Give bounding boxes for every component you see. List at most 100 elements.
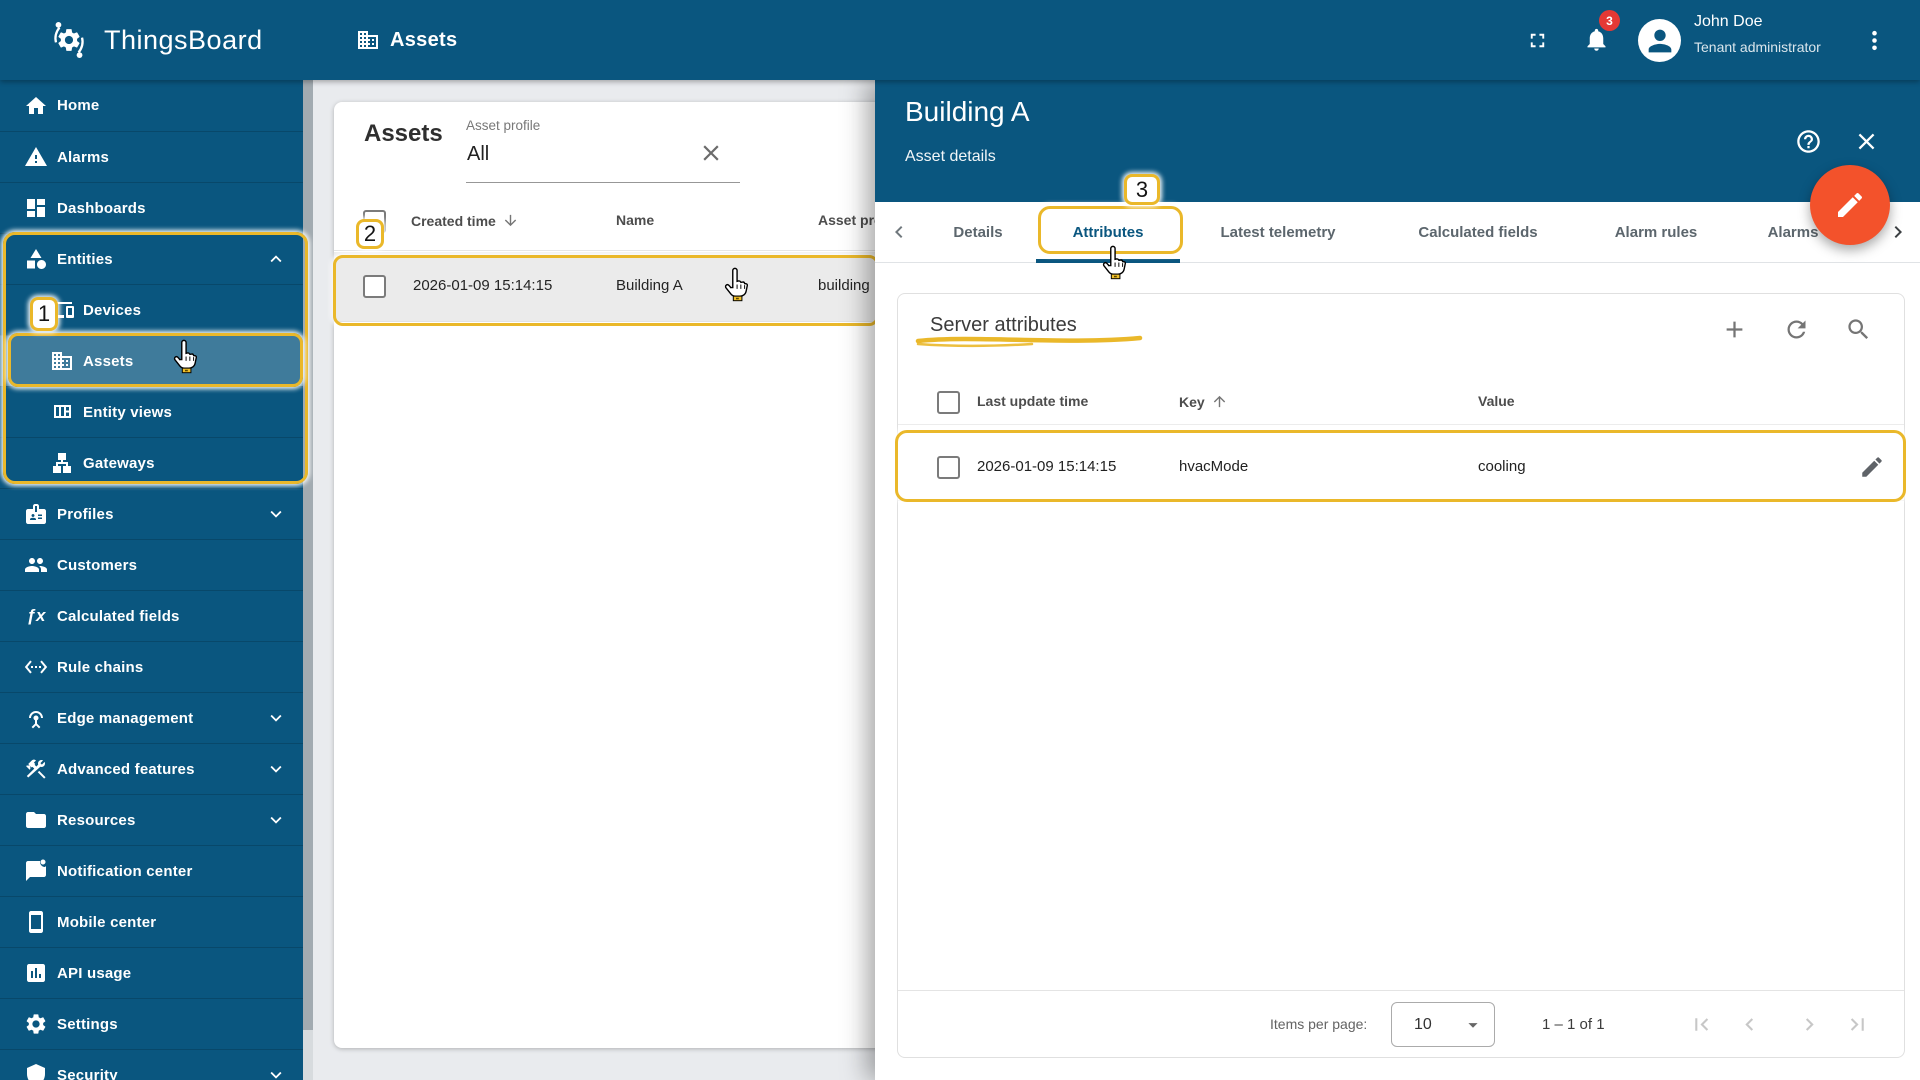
sidebar-item-rule-chains[interactable]: Rule chains — [0, 641, 313, 692]
tab-latest-telemetry[interactable]: Latest telemetry — [1220, 202, 1335, 262]
attribute-row[interactable]: 2026-01-09 15:14:15 hvacMode cooling — [898, 434, 1904, 501]
assets-card-title: Assets — [364, 120, 443, 147]
panel-title: Building A — [905, 96, 1030, 127]
sidebar-item-calculated-fields[interactable]: ƒx Calculated fields — [0, 590, 313, 641]
sidebar-item-label: Home — [57, 97, 100, 114]
clear-filter-button[interactable] — [698, 140, 724, 166]
brand: ThingsBoard — [46, 17, 263, 63]
fullscreen-icon — [1526, 29, 1549, 52]
sidebar-item-resources[interactable]: Resources — [0, 794, 313, 845]
person-icon — [1643, 24, 1677, 58]
sidebar-item-settings[interactable]: Settings — [0, 998, 313, 1049]
sidebar-item-advanced-features[interactable]: Advanced features — [0, 743, 313, 794]
caret-down-icon — [1462, 1014, 1484, 1036]
column-header-key[interactable]: Key — [1179, 393, 1228, 410]
more-menu-button[interactable] — [1862, 28, 1887, 53]
edit-asset-fab[interactable] — [1810, 165, 1890, 245]
column-header-last-update-time[interactable]: Last update time — [977, 393, 1088, 409]
tab-details[interactable]: Details — [953, 202, 1002, 262]
column-header-created-time[interactable]: Created time — [411, 212, 519, 229]
column-label: Value — [1478, 393, 1515, 409]
pencil-icon — [1834, 189, 1866, 221]
last-page-icon — [1845, 1012, 1870, 1037]
select-all-checkbox[interactable] — [937, 391, 960, 414]
next-page-button[interactable] — [1797, 1012, 1822, 1037]
help-button[interactable] — [1795, 128, 1822, 155]
sidebar-item-home[interactable]: Home — [0, 80, 313, 131]
table-header-divider — [898, 424, 1904, 425]
smartphone-icon — [24, 910, 48, 934]
tabs-scroll-left-button[interactable] — [887, 220, 911, 244]
row-checkbox[interactable] — [363, 275, 386, 298]
plus-icon — [1721, 316, 1748, 343]
help-icon — [1795, 128, 1822, 155]
sidebar-item-customers[interactable]: Customers — [0, 539, 313, 590]
sidebar-item-dashboards[interactable]: Dashboards — [0, 182, 313, 233]
dashboards-icon — [24, 196, 48, 220]
search-icon — [1845, 316, 1872, 343]
cell-name: Building A — [616, 277, 683, 294]
tab-calculated-fields[interactable]: Calculated fields — [1418, 202, 1537, 262]
annotation-badge-3: 3 — [1124, 174, 1160, 205]
edit-attribute-button[interactable] — [1859, 454, 1885, 480]
sidebar-item-label: Security — [57, 1066, 118, 1080]
sidebar-item-alarms[interactable]: Alarms — [0, 131, 313, 182]
avatar[interactable] — [1638, 19, 1681, 62]
previous-page-button[interactable] — [1737, 1012, 1762, 1037]
notifications-badge: 3 — [1599, 10, 1620, 31]
column-label: Name — [616, 212, 655, 228]
sidebar-item-label: Settings — [57, 1015, 118, 1033]
column-header-value[interactable]: Value — [1478, 393, 1515, 409]
sidebar-item-entity-views[interactable]: Entity views — [0, 386, 313, 437]
active-tab-indicator — [1036, 259, 1180, 263]
row-checkbox[interactable] — [937, 456, 960, 479]
cell-created-time: 2026-01-09 15:14:15 — [413, 277, 553, 294]
sidebar-item-assets[interactable]: Assets — [0, 335, 313, 386]
close-panel-button[interactable] — [1853, 128, 1880, 155]
column-label: Key — [1179, 393, 1205, 410]
column-label: Last update time — [977, 393, 1089, 409]
sidebar-item-profiles[interactable]: Profiles — [0, 488, 313, 539]
sidebar-item-mobile-center[interactable]: Mobile center — [0, 896, 313, 947]
panel-subtitle: Asset details — [905, 148, 996, 165]
sidebar-item-edge-management[interactable]: Edge management — [0, 692, 313, 743]
asset-details-panel: Building A Asset details Details Attribu… — [875, 80, 1920, 1080]
first-page-button[interactable] — [1689, 1012, 1714, 1037]
entity-views-icon — [50, 400, 74, 424]
asset-profile-filter-label: Asset profile — [466, 118, 541, 133]
scrollbar-thumb[interactable] — [303, 80, 313, 1030]
advanced-tools-icon — [24, 757, 48, 781]
chevron-down-icon — [265, 758, 287, 780]
sidebar-scrollbar[interactable] — [303, 80, 313, 1080]
sidebar-item-label: Notification center — [57, 862, 193, 880]
search-button[interactable] — [1845, 316, 1872, 343]
add-attribute-button[interactable] — [1721, 316, 1748, 343]
items-per-page-select[interactable]: 10 — [1391, 1002, 1495, 1047]
close-icon — [1853, 128, 1880, 155]
top-app-bar: ThingsBoard Assets 3 John Doe Tenant adm… — [0, 0, 1920, 80]
first-page-icon — [1689, 1012, 1714, 1037]
asset-profile-filter-select[interactable]: All — [467, 143, 489, 166]
pagination-range: 1 – 1 of 1 — [1542, 1016, 1605, 1033]
sidebar-item-label: API usage — [57, 964, 132, 982]
function-fx-icon: ƒx — [26, 606, 46, 625]
last-page-button[interactable] — [1845, 1012, 1870, 1037]
sidebar-item-label: Rule chains — [57, 658, 144, 676]
chevron-left-icon — [887, 220, 911, 244]
sidebar-item-entities[interactable]: Entities — [0, 233, 313, 284]
sidebar-item-api-usage[interactable]: API usage — [0, 947, 313, 998]
attribute-scope-select[interactable]: Server attributes — [930, 314, 1077, 337]
sidebar-item-notification-center[interactable]: Notification center — [0, 845, 313, 896]
tab-alarm-rules[interactable]: Alarm rules — [1615, 202, 1698, 262]
sidebar-item-gateways[interactable]: Gateways — [0, 437, 313, 488]
chevron-down-icon — [265, 707, 287, 729]
tab-attributes[interactable]: Attributes — [1073, 202, 1144, 262]
chevron-down-icon — [265, 809, 287, 831]
sidebar-item-security[interactable]: Security — [0, 1049, 313, 1080]
sidebar-item-label: Profiles — [57, 505, 114, 523]
warning-triangle-icon — [24, 145, 48, 169]
column-header-name[interactable]: Name — [616, 212, 654, 228]
fullscreen-button[interactable] — [1526, 29, 1549, 52]
refresh-button[interactable] — [1783, 316, 1810, 343]
tabs-scroll-right-button[interactable] — [1886, 220, 1910, 244]
